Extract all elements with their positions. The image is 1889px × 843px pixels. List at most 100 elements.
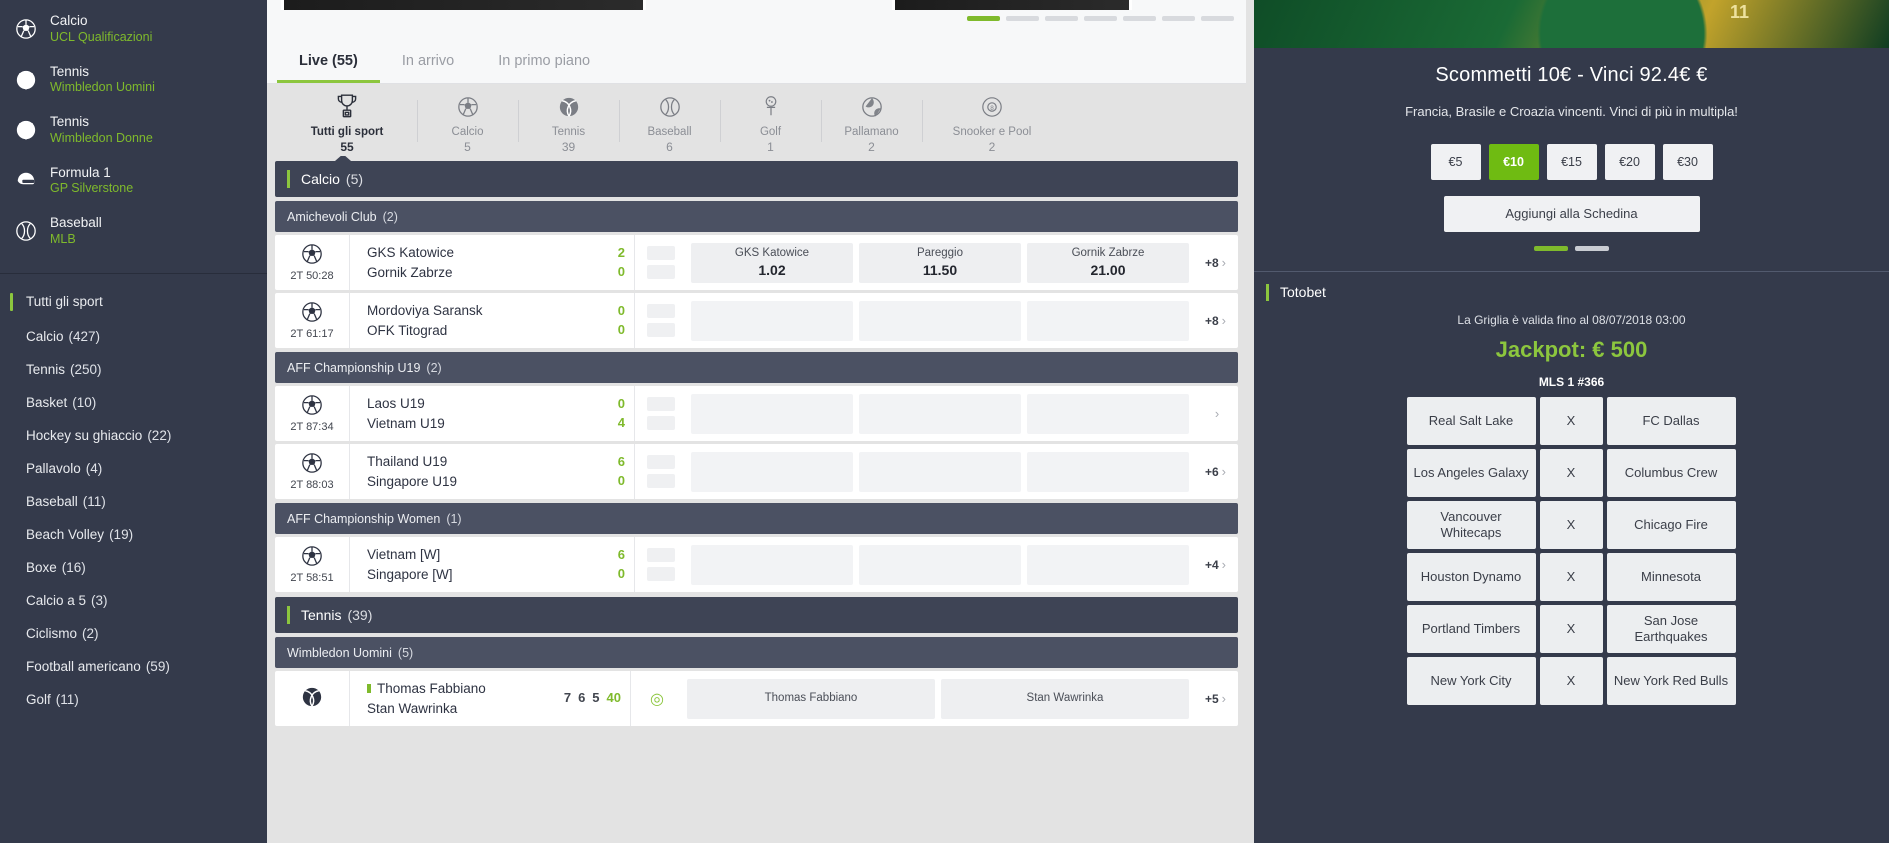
odd-button-2[interactable]: [1027, 393, 1189, 434]
sport-section-header[interactable]: Tennis (39): [275, 597, 1238, 633]
totobet-home-cell[interactable]: Vancouver Whitecaps: [1406, 500, 1536, 549]
totobet-draw-cell[interactable]: X: [1539, 604, 1603, 653]
carousel-dot-4[interactable]: [1084, 16, 1117, 21]
odd-button-2[interactable]: [1027, 300, 1189, 341]
right-carousel-dots[interactable]: [1276, 245, 1867, 251]
totobet-draw-cell[interactable]: X: [1539, 500, 1603, 549]
tab-2[interactable]: In primo piano: [476, 53, 612, 84]
sidebar-highlight-4[interactable]: Baseball MLB: [0, 206, 267, 257]
sidebar-sport-0[interactable]: Tutti gli sport: [0, 284, 267, 320]
add-to-slip-button[interactable]: Aggiungi alla Schedina: [1443, 195, 1700, 232]
sidebar-highlight-0[interactable]: Calcio UCL Qualificazioni: [0, 4, 267, 55]
right-carousel-dot-1[interactable]: [1534, 245, 1568, 251]
sidebar-sport-7[interactable]: Beach Volley (19): [0, 518, 267, 551]
promo-card[interactable]: [892, 0, 1132, 10]
totobet-away-cell[interactable]: San Jose Earthquakes: [1606, 604, 1736, 653]
sidebar-sport-3[interactable]: Basket (10): [0, 386, 267, 419]
odd-button-0[interactable]: [691, 393, 853, 434]
odd-button-0[interactable]: [691, 300, 853, 341]
match-row[interactable]: 2T 50:28 GKS Katowice Gornik Zabrze 2 0 …: [275, 235, 1238, 290]
sidebar-sport-11[interactable]: Football americano (59): [0, 650, 267, 683]
sidebar-highlight-2[interactable]: Tennis Wimbledon Donne: [0, 105, 267, 156]
totobet-away-cell[interactable]: New York Red Bulls: [1606, 656, 1736, 705]
match-row[interactable]: 2T 58:51 Vietnam [W] Singapore [W] 6 0 +…: [275, 537, 1238, 592]
stake-chip-1[interactable]: €10: [1488, 143, 1539, 180]
carousel-dot-5[interactable]: [1123, 16, 1156, 21]
league-header[interactable]: Amichevoli Club (2): [275, 201, 1238, 232]
stake-chip-0[interactable]: €5: [1430, 143, 1481, 180]
odd-button-1[interactable]: Stan Wawrinka: [941, 678, 1189, 719]
odd-button-1[interactable]: [859, 393, 1021, 434]
totobet-home-cell[interactable]: Los Angeles Galaxy: [1406, 448, 1536, 497]
sidebar-sport-9[interactable]: Calcio a 5 (3): [0, 584, 267, 617]
sidebar-sport-6[interactable]: Baseball (11): [0, 485, 267, 518]
carousel-dot-2[interactable]: [1006, 16, 1039, 21]
stake-chip-4[interactable]: €30: [1662, 143, 1713, 180]
odd-button-1[interactable]: [859, 544, 1021, 585]
match-row[interactable]: 2T 88:03 Thailand U19 Singapore U19 6 0: [275, 444, 1238, 499]
sidebar-highlight-3[interactable]: Formula 1 GP Silverstone: [0, 156, 267, 207]
league-header[interactable]: Wimbledon Uomini (5): [275, 637, 1238, 668]
tab-0[interactable]: Live (55): [277, 53, 380, 84]
sidebar-sport-2[interactable]: Tennis (250): [0, 353, 267, 386]
odd-button-2[interactable]: [1027, 451, 1189, 492]
sport-filter-2[interactable]: Tennis 39: [518, 84, 619, 156]
promo-card[interactable]: [281, 0, 646, 10]
match-row[interactable]: Thomas Fabbiano Stan Wawrinka 7 6 5 40 ◎ Th…: [275, 671, 1238, 726]
totobet-home-cell[interactable]: Portland Timbers: [1406, 604, 1536, 653]
totobet-home-cell[interactable]: Real Salt Lake: [1406, 396, 1536, 445]
totobet-away-cell[interactable]: Minnesota: [1606, 552, 1736, 601]
tab-1[interactable]: In arrivo: [380, 53, 476, 84]
odd-button-2[interactable]: [1027, 544, 1189, 585]
sidebar-sport-10[interactable]: Ciclismo (2): [0, 617, 267, 650]
totobet-away-cell[interactable]: Columbus Crew: [1606, 448, 1736, 497]
sport-filter-0[interactable]: Tutti gli sport 55: [277, 84, 417, 156]
sport-filter-3[interactable]: Baseball 6: [619, 84, 720, 156]
totobet-draw-cell[interactable]: X: [1539, 656, 1603, 705]
more-markets-button[interactable]: +8 ›: [1193, 235, 1238, 290]
totobet-draw-cell[interactable]: X: [1539, 448, 1603, 497]
stake-chip-3[interactable]: €20: [1604, 143, 1655, 180]
odd-button-2[interactable]: Gornik Zabrze 21.00: [1027, 242, 1189, 283]
right-carousel-dot-2[interactable]: [1575, 245, 1609, 251]
sport-section-header[interactable]: Calcio (5): [275, 156, 1238, 197]
odd-button-1[interactable]: [859, 300, 1021, 341]
sidebar-sport-1[interactable]: Calcio (427): [0, 320, 267, 353]
more-markets-button[interactable]: +5 ›: [1193, 671, 1238, 726]
sport-filter-1[interactable]: Calcio 5: [417, 84, 518, 156]
sport-filter-5[interactable]: Pallamano 2: [821, 84, 922, 156]
carousel-dot-7[interactable]: [1201, 16, 1234, 21]
sidebar-sport-8[interactable]: Boxe (16): [0, 551, 267, 584]
stake-chip-2[interactable]: €15: [1546, 143, 1597, 180]
more-markets-button[interactable]: +4 ›: [1193, 537, 1238, 592]
league-header[interactable]: AFF Championship U19 (2): [275, 352, 1238, 383]
odd-button-0[interactable]: [691, 451, 853, 492]
sidebar-sport-5[interactable]: Pallavolo (4): [0, 452, 267, 485]
carousel-dot-3[interactable]: [1045, 16, 1078, 21]
league-header[interactable]: AFF Championship Women (1): [275, 503, 1238, 534]
odd-button-0[interactable]: GKS Katowice 1.02: [691, 242, 853, 283]
carousel-dot-6[interactable]: [1162, 16, 1195, 21]
sidebar-sport-4[interactable]: Hockey su ghiaccio (22): [0, 419, 267, 452]
more-markets-button[interactable]: +6 ›: [1193, 444, 1238, 499]
totobet-home-cell[interactable]: Houston Dynamo: [1406, 552, 1536, 601]
totobet-away-cell[interactable]: FC Dallas: [1606, 396, 1736, 445]
totobet-home-cell[interactable]: New York City: [1406, 656, 1536, 705]
carousel-dot-1[interactable]: [967, 16, 1000, 21]
totobet-draw-cell[interactable]: X: [1539, 552, 1603, 601]
totobet-away-cell[interactable]: Chicago Fire: [1606, 500, 1736, 549]
odd-button-1[interactable]: [859, 451, 1021, 492]
sport-filter-4[interactable]: Golf 1: [720, 84, 821, 156]
sport-filter-6[interactable]: 8 Snooker e Pool 2: [922, 84, 1062, 156]
carousel-dots[interactable]: [967, 16, 1234, 21]
odd-button-0[interactable]: Thomas Fabbiano: [687, 678, 935, 719]
more-markets-button[interactable]: ›: [1193, 386, 1238, 441]
odd-button-1[interactable]: Pareggio 11.50: [859, 242, 1021, 283]
match-row[interactable]: 2T 61:17 Mordoviya Saransk OFK Titograd …: [275, 293, 1238, 348]
match-row[interactable]: 2T 87:34 Laos U19 Vietnam U19 0 4 ›: [275, 386, 1238, 441]
sidebar-sport-12[interactable]: Golf (11): [0, 683, 267, 716]
sidebar-highlight-1[interactable]: Tennis Wimbledon Uomini: [0, 55, 267, 106]
more-markets-button[interactable]: +8 ›: [1193, 293, 1238, 348]
totobet-draw-cell[interactable]: X: [1539, 396, 1603, 445]
promo-carousel[interactable]: [267, 0, 1246, 32]
